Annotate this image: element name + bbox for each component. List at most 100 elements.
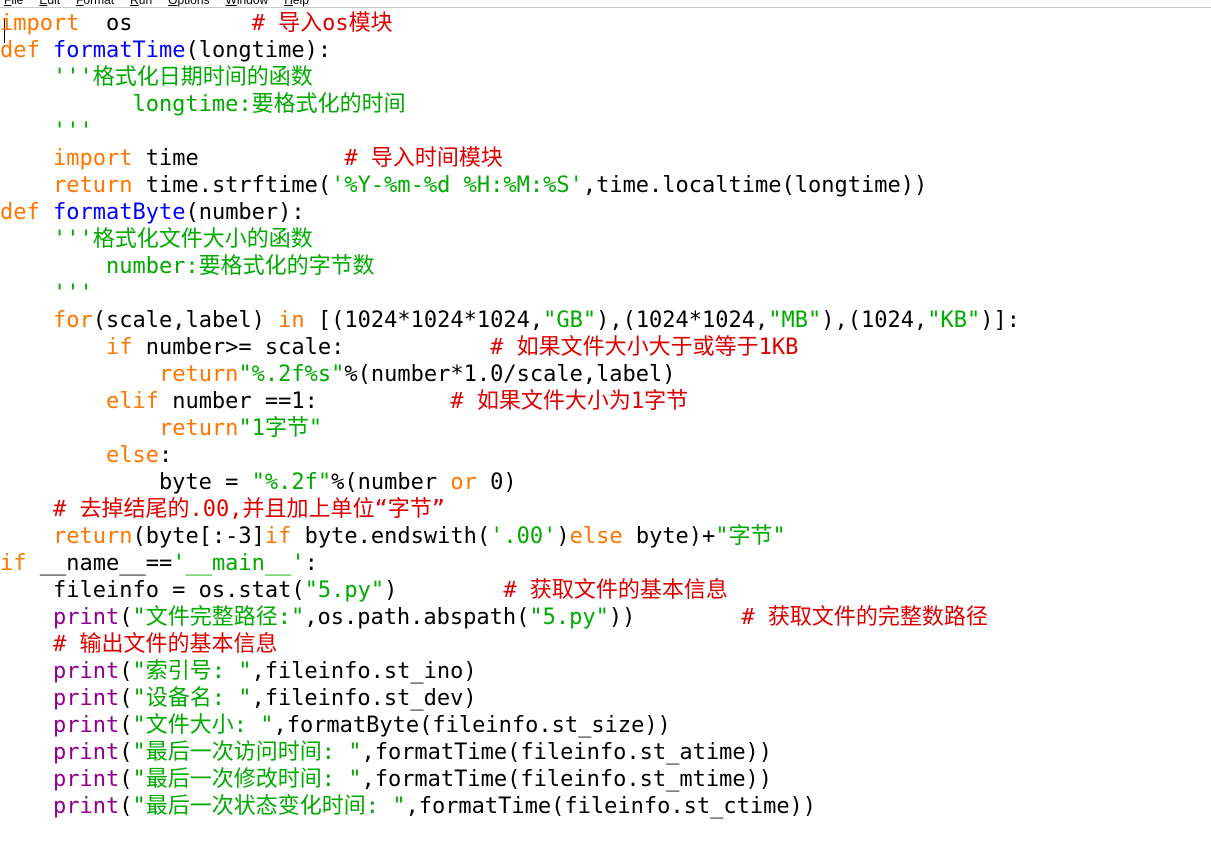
string-token: '''格式化日期时间的函数 <box>52 65 313 90</box>
string-token: ''' <box>0 281 93 306</box>
string-token: "GB" <box>543 308 597 333</box>
code-token: (longtime): <box>185 38 332 63</box>
string-token: "最后一次修改时间: " <box>132 767 362 792</box>
code-token: number>= scale: <box>132 335 345 360</box>
code-token: ,formatTime(fileinfo.st_mtime)) <box>361 767 773 792</box>
code-line: fileinfo = os.stat("5.py") # 获取文件的基本信息 <box>0 577 728 604</box>
definition-token: formatByte <box>53 200 186 225</box>
keyword-token: return <box>158 416 239 441</box>
string-token: "文件完整路径:" <box>132 605 305 630</box>
comment-token: # 去掉结尾的.00,并且加上单位“字节” <box>52 497 445 522</box>
menu-item[interactable]: Run <box>130 0 152 7</box>
code-token: ( <box>119 605 133 630</box>
builtin-token: print <box>52 740 120 765</box>
string-token: '.00' <box>490 524 557 549</box>
code-line: print("索引号: ",fileinfo.st_ino) <box>0 658 477 685</box>
menu-item[interactable]: Format <box>76 0 114 7</box>
code-token: %(number*1.0/scale,label) <box>344 362 676 387</box>
code-token: byte)+ <box>622 524 716 549</box>
code-token: ) <box>556 524 570 549</box>
code-token: __name__== <box>26 551 173 576</box>
menu-item-mnemonic: R <box>130 0 139 7</box>
menu-item-mnemonic: H <box>284 0 293 7</box>
code-line: for(scale,label) in [(1024*1024*1024,"GB… <box>0 307 1020 334</box>
string-token: '''格式化文件大小的函数 <box>52 227 313 252</box>
string-token: "KB" <box>927 308 981 333</box>
code-line: print("最后一次修改时间: ",formatTime(fileinfo.s… <box>0 766 772 793</box>
code-token: ,fileinfo.st_dev) <box>251 686 477 711</box>
code-line: print("最后一次状态变化时间: ",formatTime(fileinfo… <box>0 793 816 820</box>
keyword-token: if <box>264 524 292 549</box>
code-line: print("最后一次访问时间: ",formatTime(fileinfo.s… <box>0 739 772 766</box>
string-token: '__main__' <box>172 551 305 576</box>
keyword-token: elif <box>105 389 159 414</box>
keyword-token: if <box>105 335 133 360</box>
menu-item-label: indow <box>236 0 269 7</box>
code-token: ) <box>384 578 398 603</box>
code-line: if __name__=='__main__': <box>0 550 318 577</box>
menu-bar: File Edit Format Run Options Window Help <box>0 0 1211 8</box>
string-token: longtime:要格式化的时间 <box>0 92 406 117</box>
menu-item-label: un <box>138 0 153 7</box>
menu-items: File Edit Format Run Options Window Help <box>4 0 309 7</box>
code-line: elif number ==1: # 如果文件大小为1字节 <box>0 388 688 415</box>
code-line: print("文件大小: ",formatByte(fileinfo.st_si… <box>0 712 671 739</box>
code-editor[interactable]: import os # 导入os模块 def formatTime(longtim… <box>0 8 1211 851</box>
menu-item[interactable]: Window <box>226 0 269 7</box>
code-line: import time # 导入时间模块 <box>0 145 503 172</box>
code-line: print("设备名: ",fileinfo.st_dev) <box>0 685 477 712</box>
keyword-token: import <box>0 11 80 36</box>
code-token: ( <box>119 686 133 711</box>
keyword-token: def <box>0 38 40 63</box>
menu-item[interactable]: Edit <box>39 0 60 7</box>
definition-token: formatTime <box>53 38 186 63</box>
code-line: import os # 导入os模块 <box>0 10 393 37</box>
menu-item[interactable]: Help <box>284 0 309 7</box>
menu-item-label: dit <box>47 0 61 7</box>
code-line: ''' <box>0 280 93 307</box>
code-line: # 输出文件的基本信息 <box>0 631 278 658</box>
builtin-token: print <box>52 794 120 819</box>
code-token: )]: <box>980 308 1020 333</box>
menu-item-label: ptions <box>177 0 210 7</box>
code-token: time <box>132 146 199 171</box>
code-token: ),(1024*1024, <box>596 308 769 333</box>
code-token: byte.endswith( <box>291 524 491 549</box>
code-token: %(number <box>331 470 451 495</box>
builtin-token: print <box>52 767 120 792</box>
code-token: fileinfo = os.stat( <box>0 578 305 603</box>
code-token: ),(1024, <box>821 308 928 333</box>
code-token: (scale,label) <box>92 308 279 333</box>
string-token: number:要格式化的字节数 <box>0 254 375 279</box>
code-line: return"%.2f%s"%(number*1.0/scale,label) <box>0 361 676 388</box>
code-line: return time.strftime('%Y-%m-%d %H:%M:%S'… <box>0 172 927 199</box>
keyword-token: if <box>0 551 27 576</box>
comment-token: # 导入时间模块 <box>344 146 503 171</box>
builtin-token: print <box>52 659 120 684</box>
keyword-token: return <box>158 362 239 387</box>
menu-item-mnemonic: W <box>225 0 237 7</box>
code-token: os <box>79 11 133 36</box>
menu-item[interactable]: File <box>4 0 23 7</box>
code-token: )) <box>608 605 636 630</box>
string-token: "文件大小: " <box>132 713 274 738</box>
menu-item[interactable]: Options <box>168 0 209 7</box>
string-token: ''' <box>0 119 93 144</box>
